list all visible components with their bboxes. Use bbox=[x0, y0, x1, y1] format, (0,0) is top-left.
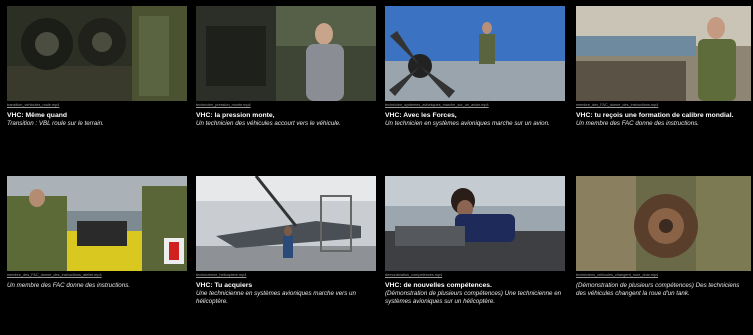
video-description: Un membre des FAC donne des instructions… bbox=[7, 282, 131, 289]
video-filename[interactable]: demonstration_competences.mp4 bbox=[385, 273, 565, 279]
video-card-3[interactable]: technicien_systemes_avioniques_marche_su… bbox=[385, 6, 565, 128]
video-thumbnail[interactable] bbox=[196, 176, 376, 271]
video-filename[interactable]: techniciens_vehicules_changent_roue_char… bbox=[576, 273, 751, 279]
video-thumbnail[interactable] bbox=[576, 6, 751, 101]
video-filename[interactable]: technicien_pression_monte.mp4 bbox=[196, 103, 376, 109]
video-description: Un technicien en systèmes avioniques mar… bbox=[385, 120, 550, 127]
video-description: Un technicien des véhicules accourt vers… bbox=[196, 120, 341, 127]
video-grid: transition_vehicules_roule.mp4 VHC: Même… bbox=[0, 0, 753, 335]
video-thumbnail[interactable] bbox=[7, 176, 187, 271]
video-card-6[interactable]: technicienne_helicoptere.mp4 VHC: Tu acq… bbox=[196, 176, 376, 305]
video-description: (Démonstration de plusieurs compétences)… bbox=[385, 290, 562, 305]
video-filename[interactable]: membre_des_FAC_donne_des_instructions.mp… bbox=[576, 103, 751, 109]
video-title: VHC: la pression monte, bbox=[196, 112, 275, 119]
video-title: VHC: de nouvelles compétences. bbox=[385, 282, 492, 289]
video-thumbnail[interactable] bbox=[385, 6, 565, 101]
video-filename[interactable]: technicien_systemes_avioniques_marche_su… bbox=[385, 103, 565, 109]
video-thumbnail[interactable] bbox=[576, 176, 751, 271]
video-description: Transition : VBL roule sur le terrain. bbox=[7, 120, 104, 127]
video-card-2[interactable]: technicien_pression_monte.mp4 VHC: la pr… bbox=[196, 6, 376, 128]
video-title: VHC: Même quand bbox=[7, 112, 68, 119]
video-thumbnail[interactable] bbox=[385, 176, 565, 271]
video-description: Une technicienne en systèmes avioniques … bbox=[196, 290, 356, 305]
video-title: VHC: Avec les Forces, bbox=[385, 112, 457, 119]
video-thumbnail[interactable] bbox=[196, 6, 376, 101]
video-filename[interactable]: technicienne_helicoptere.mp4 bbox=[196, 273, 376, 279]
video-thumbnail[interactable] bbox=[7, 6, 187, 101]
video-title: VHC: tu reçois une formation de calibre … bbox=[576, 112, 734, 119]
video-card-5[interactable]: membre_des_FAC_donne_des_instructions_at… bbox=[7, 176, 187, 290]
video-card-8[interactable]: techniciens_vehicules_changent_roue_char… bbox=[576, 176, 751, 297]
video-filename[interactable]: membre_des_FAC_donne_des_instructions_at… bbox=[7, 273, 187, 279]
video-title: VHC: Tu acquiers bbox=[196, 282, 253, 289]
video-card-4[interactable]: membre_des_FAC_donne_des_instructions.mp… bbox=[576, 6, 751, 128]
video-card-1[interactable]: transition_vehicules_roule.mp4 VHC: Même… bbox=[7, 6, 187, 128]
video-description: (Démonstration de plusieurs compétences)… bbox=[576, 282, 740, 297]
video-description: Un membre des FAC donne des instructions… bbox=[576, 120, 700, 127]
video-filename[interactable]: transition_vehicules_roule.mp4 bbox=[7, 103, 187, 109]
video-card-7[interactable]: demonstration_competences.mp4 VHC: de no… bbox=[385, 176, 565, 305]
